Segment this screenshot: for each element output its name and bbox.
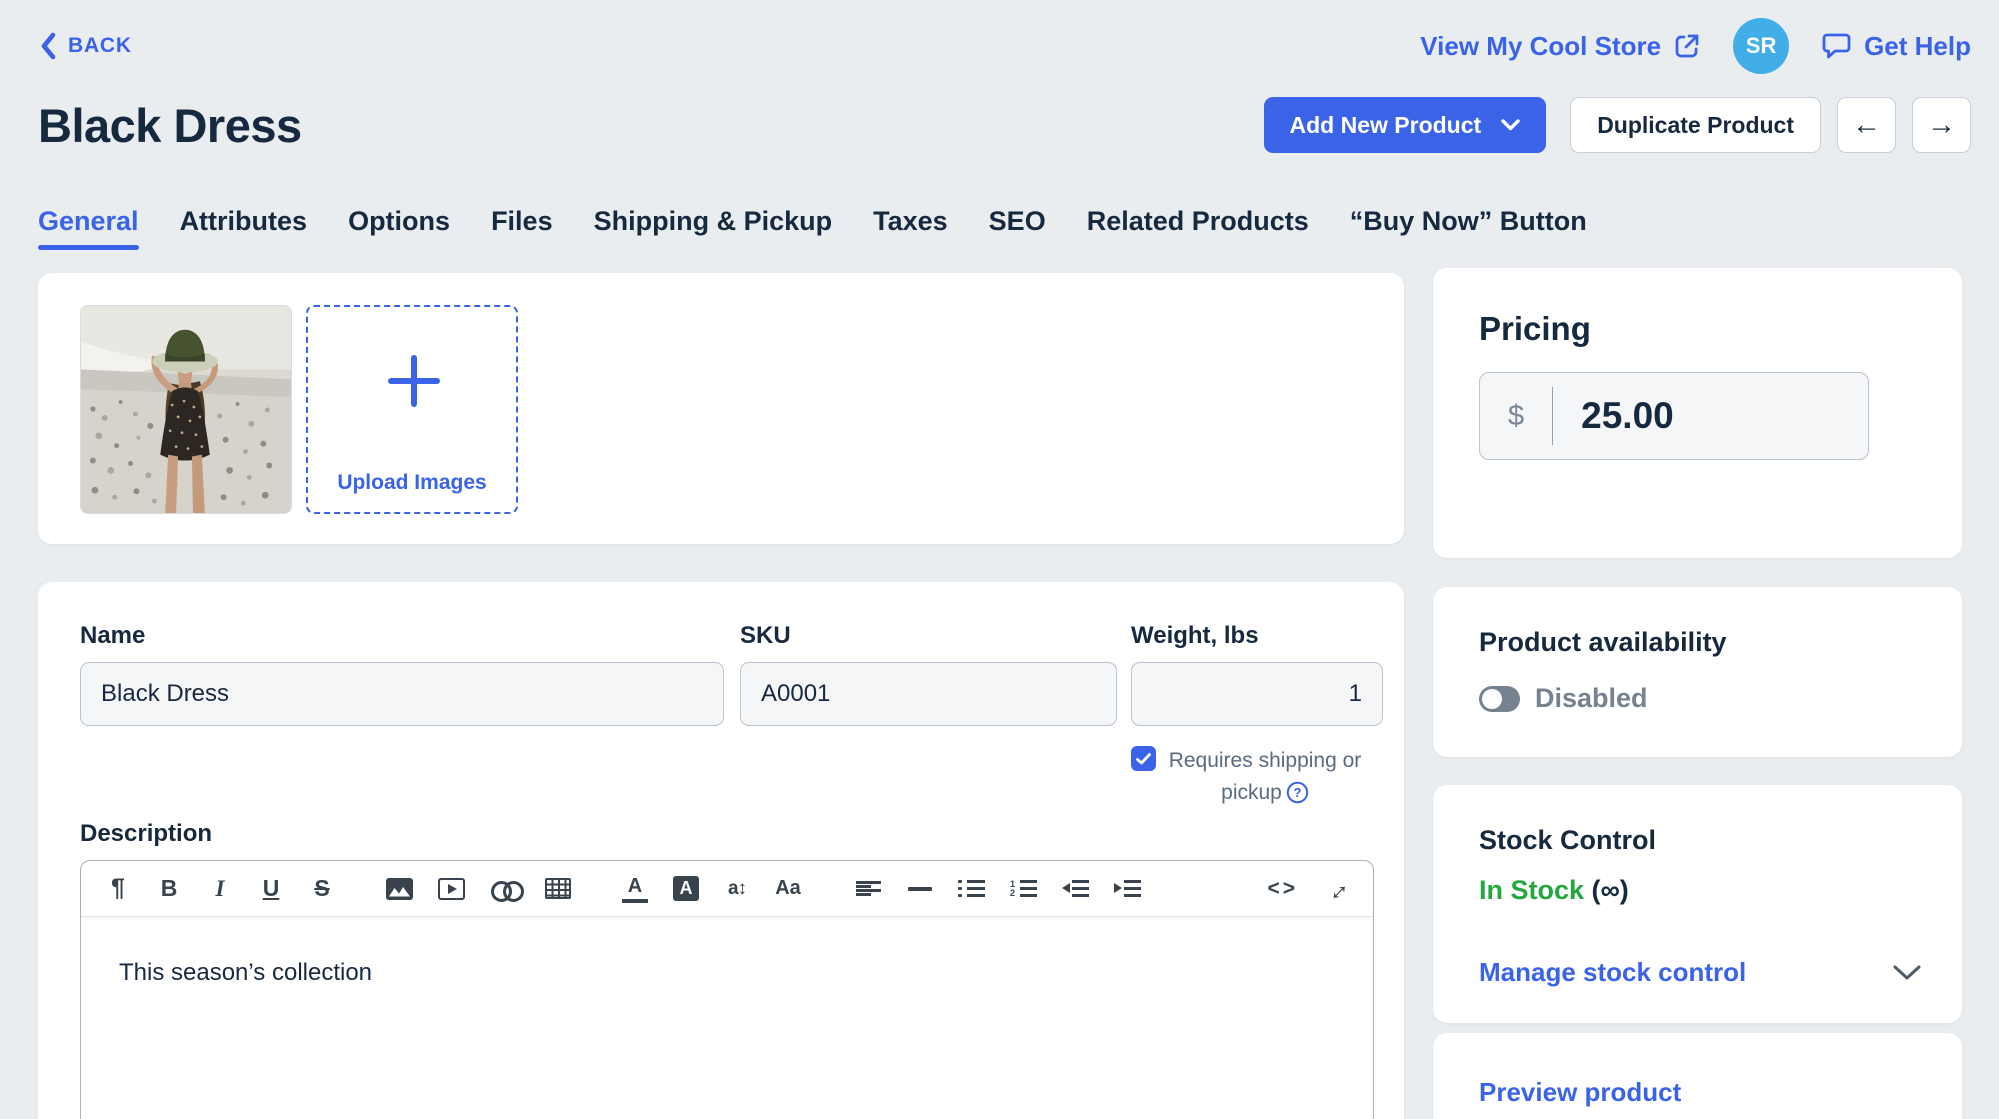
align-left-icon[interactable] (856, 881, 882, 897)
preview-product-link[interactable]: Preview product (1479, 1077, 1681, 1108)
tab-taxes[interactable]: Taxes (873, 206, 948, 250)
check-icon (1136, 753, 1151, 765)
editor-toolbar: ¶ BIUS AAa↕ Aa <> ↔ (81, 861, 1373, 917)
external-link-icon (1673, 32, 1701, 60)
code-icon[interactable]: <> (1267, 876, 1298, 902)
line-spacing-icon[interactable]: a↕ (724, 876, 750, 902)
indent-icon[interactable] (1114, 880, 1141, 898)
availability-toggle[interactable] (1479, 686, 1520, 712)
svg-text:?: ? (1293, 785, 1301, 800)
table-icon[interactable] (545, 878, 571, 899)
stock-control-card: Stock Control In Stock (∞) Manage stock … (1433, 785, 1962, 1023)
pricing-card: Pricing $ Manage pricing options (1433, 268, 1962, 558)
numbered-list-icon[interactable] (1010, 880, 1037, 898)
preview-card: Preview product (1433, 1033, 1962, 1119)
stock-status-line: In Stock (∞) (1479, 875, 1629, 906)
header: Black Dress Add New Product Duplicate Pr… (38, 96, 1971, 154)
availability-toggle-row: Disabled (1479, 683, 1648, 714)
tab-related-products[interactable]: Related Products (1087, 206, 1309, 250)
description-editor: ¶ BIUS AAa↕ Aa <> ↔ This season’s collection (80, 860, 1374, 1119)
product-photo-thumbnail[interactable] (80, 305, 292, 514)
pricing-title: Pricing (1479, 310, 1591, 348)
help-icon[interactable]: ? (1286, 781, 1309, 804)
link-icon[interactable] (490, 876, 520, 902)
get-help-label: Get Help (1864, 31, 1971, 62)
requires-shipping-checkbox[interactable] (1131, 746, 1156, 771)
tab-shipping-pickup[interactable]: Shipping & Pickup (594, 206, 833, 250)
chevron-down-icon[interactable] (1892, 964, 1922, 981)
upload-images-dropzone[interactable]: Upload Images (306, 305, 518, 514)
bullet-list-icon[interactable] (958, 880, 985, 898)
tab-buy-now-button[interactable]: “Buy Now” Button (1350, 206, 1587, 250)
stock-status: In Stock (1479, 875, 1584, 905)
paragraph-icon[interactable]: ¶ (105, 876, 131, 902)
chevron-down-icon (1501, 119, 1520, 131)
image-icon[interactable] (386, 878, 413, 900)
price-input[interactable] (1553, 395, 1773, 437)
manage-stock-row: Manage stock control (1479, 957, 1922, 988)
availability-status: Disabled (1535, 683, 1648, 714)
product-editor-page: BACK View My Cool Store SR Get Help Blac… (0, 0, 1999, 1119)
stock-quantity: (∞) (1592, 875, 1629, 905)
price-field: $ (1479, 372, 1869, 460)
product-photo (81, 306, 291, 513)
get-help-link[interactable]: Get Help (1821, 31, 1971, 62)
sku-label: SKU (740, 622, 791, 650)
name-input[interactable] (80, 662, 724, 726)
chevron-left-icon (40, 32, 56, 60)
weight-input[interactable] (1131, 662, 1383, 726)
sku-input[interactable] (740, 662, 1117, 726)
weight-label: Weight, lbs (1131, 622, 1259, 650)
tab-files[interactable]: Files (491, 206, 553, 250)
view-store-label: View My Cool Store (1420, 31, 1661, 62)
requires-shipping-row: Requires shipping or pickup? (1131, 745, 1391, 808)
duplicate-product-button[interactable]: Duplicate Product (1570, 97, 1821, 153)
arrow-left-icon: ← (1852, 109, 1881, 142)
description-input[interactable]: This season’s collection (81, 917, 1373, 1029)
avatar[interactable]: SR (1733, 18, 1789, 74)
italic-icon[interactable]: I (207, 876, 233, 902)
chat-bubble-icon (1821, 32, 1852, 61)
plus-icon (388, 355, 440, 407)
tabs: General Attributes Options Files Shipping & … (38, 206, 1587, 250)
toggle-knob (1482, 689, 1502, 709)
availability-title: Product availability (1479, 627, 1727, 658)
tab-options[interactable]: Options (348, 206, 450, 250)
strikethrough-icon[interactable]: S (309, 876, 335, 902)
stock-title: Stock Control (1479, 825, 1656, 856)
upload-images-label: Upload Images (308, 471, 516, 495)
previous-product-button[interactable]: ← (1837, 97, 1896, 153)
gallery-card: Upload Images (38, 273, 1404, 544)
manage-stock-link[interactable]: Manage stock control (1479, 957, 1746, 988)
horizontal-rule-icon[interactable] (907, 876, 933, 902)
availability-card: Product availability Disabled (1433, 587, 1962, 757)
back-label: BACK (68, 34, 132, 58)
next-product-button[interactable]: → (1912, 97, 1971, 153)
name-label: Name (80, 622, 145, 650)
tab-general[interactable]: General (38, 206, 139, 250)
description-label: Description (80, 820, 212, 848)
tab-seo[interactable]: SEO (989, 206, 1046, 250)
product-details-card: Name SKU Weight, lbs Requires shipping o… (38, 582, 1404, 1119)
tab-attributes[interactable]: Attributes (180, 206, 308, 250)
highlight-icon[interactable]: A (673, 876, 699, 901)
add-new-product-button[interactable]: Add New Product (1264, 97, 1547, 153)
outdent-icon[interactable] (1062, 880, 1089, 898)
fullscreen-icon[interactable]: ↔ (1318, 870, 1355, 907)
text-style-icon[interactable]: Aa (775, 876, 801, 902)
arrow-right-icon: → (1927, 109, 1956, 142)
topbar: BACK View My Cool Store SR Get Help (40, 18, 1971, 74)
view-store-link[interactable]: View My Cool Store (1420, 31, 1701, 62)
video-icon[interactable] (438, 878, 465, 900)
text-color-icon[interactable]: A (622, 875, 648, 903)
back-button[interactable]: BACK (40, 32, 132, 60)
underline-icon[interactable]: U (258, 876, 284, 902)
currency-symbol: $ (1480, 400, 1552, 433)
topbar-right: View My Cool Store SR Get Help (1420, 18, 1971, 74)
requires-shipping-label: Requires shipping or pickup? (1167, 745, 1363, 808)
bold-icon[interactable]: B (156, 876, 182, 902)
page-title: Black Dress (38, 98, 302, 153)
header-actions: Add New Product Duplicate Product ← → (1264, 97, 1971, 153)
